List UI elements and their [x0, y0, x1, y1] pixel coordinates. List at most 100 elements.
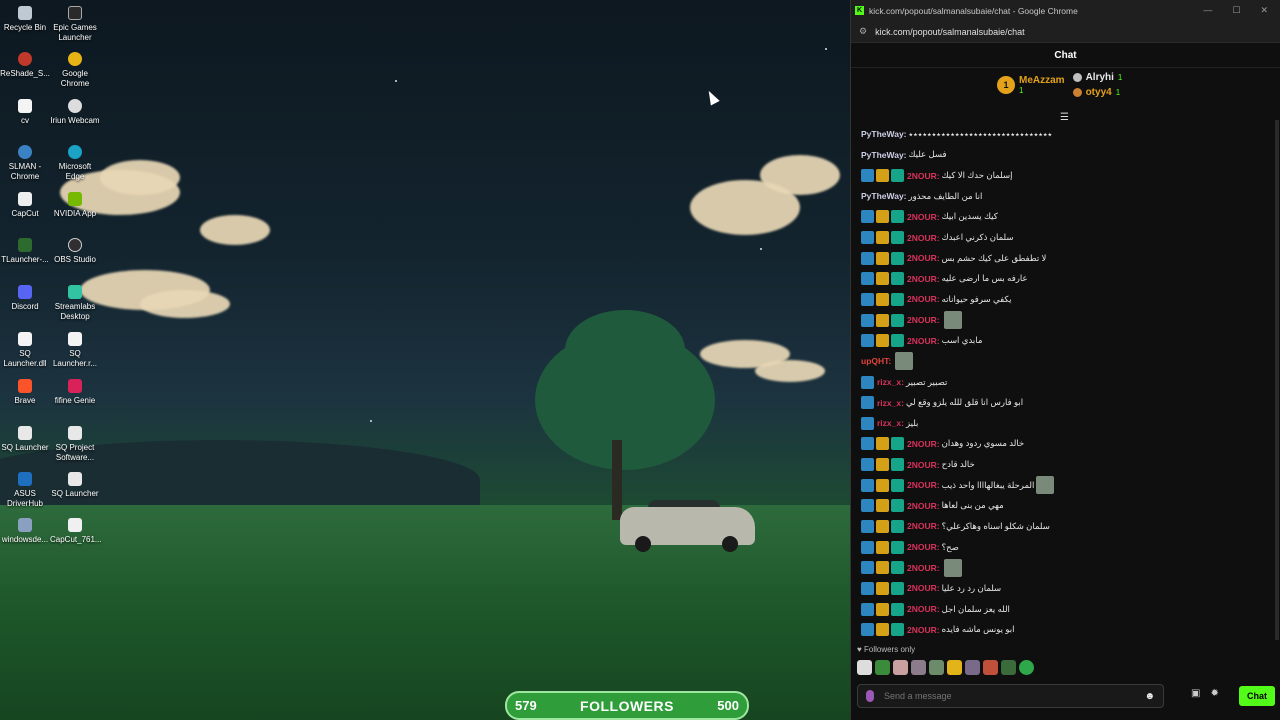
chat-username[interactable]: PyTheWay:	[861, 129, 907, 139]
crown-badge-icon	[876, 272, 889, 286]
chat-message: 2NOUR:	[861, 310, 1271, 331]
emoji-picker-icon[interactable]: ☻	[1144, 691, 1155, 702]
desktop-icon-fifine-genie[interactable]: fifine Genie	[50, 379, 100, 406]
desktop-icon-sq-launcher-2[interactable]: SQ Launcher	[50, 472, 100, 499]
desktop-icon-sq-project-software[interactable]: SQ Project Software...	[50, 426, 100, 463]
chat-username[interactable]: 2NOUR:	[907, 460, 940, 470]
chat-username[interactable]: rizx_x:	[877, 418, 904, 428]
emote-item[interactable]	[911, 660, 926, 675]
desktop-icon-capcut-installer[interactable]: CapCut_761...	[50, 518, 102, 545]
desktop-icon-sq-launcher-1[interactable]: SQ Launcher	[0, 426, 50, 453]
desktop-icon-slman-chrome[interactable]: SLMAN - Chrome	[0, 145, 50, 182]
site-info-icon[interactable]: ⚙	[859, 26, 867, 37]
subscriber-badge-icon	[891, 499, 904, 513]
maximize-button[interactable]: ☐	[1232, 5, 1240, 16]
desktop-icon-microsoft-edge[interactable]: Microsoft Edge	[50, 145, 100, 182]
chat-username[interactable]: PyTheWay:	[861, 150, 907, 160]
desktop-icon-tlauncher[interactable]: TLauncher-...	[0, 238, 50, 265]
desktop-icon-sq-launcher-dll[interactable]: SQ Launcher.dll	[0, 332, 50, 369]
chat-username[interactable]: 2NOUR:	[907, 439, 940, 449]
chat-username[interactable]: 2NOUR:	[907, 171, 940, 181]
crown-badge-icon	[876, 313, 889, 327]
desktop-icon-reshade[interactable]: ReShade_S...	[0, 52, 50, 79]
chat-username[interactable]: 2NOUR:	[907, 315, 940, 325]
leader-second-name: Alryhi	[1085, 72, 1114, 83]
sword-badge-icon	[861, 416, 874, 430]
chat-username[interactable]: 2NOUR:	[907, 625, 940, 635]
emote-item[interactable]	[875, 660, 890, 675]
emote-item[interactable]	[1001, 660, 1016, 675]
leader-first[interactable]: 1 MeAzzam 1	[997, 72, 1065, 98]
sword-badge-icon	[861, 437, 874, 451]
chat-text: خالد قادح	[941, 459, 975, 470]
chat-username[interactable]: 2NOUR:	[907, 233, 940, 243]
subscriber-badge-icon	[891, 437, 904, 451]
pinned-toggle-icon[interactable]: ☰	[1060, 112, 1069, 123]
leader-second[interactable]: Alryhi 1	[1072, 72, 1122, 83]
desktop-icon-recycle-bin[interactable]: Recycle Bin	[0, 6, 50, 33]
desktop-icon-sq-launcher-r[interactable]: SQ Launcher.r...	[50, 332, 100, 369]
window-titlebar[interactable]: K kick.com/popout/salmanalsubaie/chat - …	[851, 0, 1280, 21]
chat-text: سلمان رد رد عليا	[941, 582, 1002, 593]
gift-leaderboard: 1 MeAzzam 1 Alryhi 1 otyy4 1	[997, 72, 1122, 98]
desktop-icon-cv[interactable]: cv	[0, 99, 50, 126]
leader-third[interactable]: otyy4 1	[1072, 87, 1123, 98]
chat-username[interactable]: 2NOUR:	[907, 542, 940, 552]
desktop-icon-asus-driverhub[interactable]: ASUS DriverHub	[0, 472, 50, 509]
send-chat-button[interactable]: Chat	[1239, 686, 1275, 706]
chat-scrollbar[interactable]	[1275, 120, 1279, 640]
chat-text: مابدي اسب	[941, 335, 983, 346]
chat-message-input[interactable]	[884, 691, 1145, 701]
message-input-box[interactable]: ☻	[857, 684, 1164, 708]
desktop-icon-streamlabs[interactable]: Streamlabs Desktop	[50, 285, 100, 322]
chat-message: 2NOUR: مهي من بنى لعاها	[861, 496, 1271, 517]
subscriber-badge-icon	[891, 581, 904, 595]
chat-username[interactable]: 2NOUR:	[907, 521, 940, 531]
chat-username[interactable]: rizx_x:	[877, 377, 904, 387]
emote-item[interactable]	[893, 660, 908, 675]
chat-username[interactable]: 2NOUR:	[907, 274, 940, 284]
settings-gear-icon[interactable]: ✹	[1210, 688, 1218, 699]
chat-username[interactable]: 2NOUR:	[907, 501, 940, 511]
close-button[interactable]: ✕	[1260, 5, 1268, 16]
user-badges	[861, 251, 904, 265]
emote-item[interactable]	[947, 660, 962, 675]
chat-username[interactable]: 2NOUR:	[907, 480, 940, 490]
sword-badge-icon	[861, 231, 874, 245]
desktop-icon-google-chrome[interactable]: Google Chrome	[50, 52, 100, 89]
emote-item[interactable]	[965, 660, 980, 675]
emote-item[interactable]	[857, 660, 872, 675]
chat-username[interactable]: rizx_x:	[877, 398, 904, 408]
desktop-icon-brave[interactable]: Brave	[0, 379, 50, 406]
chat-username[interactable]: 2NOUR:	[907, 253, 940, 263]
microphone-icon[interactable]	[866, 690, 874, 702]
address-bar[interactable]: ⚙ kick.com/popout/salmanalsubaie/chat	[851, 21, 1280, 43]
subscriber-badge-icon	[891, 210, 904, 224]
desktop-icon-iriun-webcam[interactable]: Iriun Webcam	[50, 99, 100, 126]
url-text[interactable]: kick.com/popout/salmanalsubaie/chat	[875, 27, 1025, 37]
emote-item[interactable]	[983, 660, 998, 675]
store-icon[interactable]: ▣	[1191, 688, 1200, 699]
chat-username[interactable]: 2NOUR:	[907, 583, 940, 593]
chat-username[interactable]: upQHT:	[861, 356, 891, 366]
chat-username[interactable]: PyTheWay:	[861, 191, 907, 201]
sword-badge-icon	[861, 210, 874, 224]
followers-goal: 500	[717, 698, 739, 713]
chat-username[interactable]: 2NOUR:	[907, 563, 940, 573]
chat-username[interactable]: 2NOUR:	[907, 294, 940, 304]
minimize-button[interactable]: —	[1203, 5, 1212, 16]
desktop-icon-obs-studio[interactable]: OBS Studio	[50, 238, 100, 265]
chat-text: مهي من بنى لعاها	[941, 500, 1004, 511]
chat-username[interactable]: 2NOUR:	[907, 212, 940, 222]
chat-username[interactable]: 2NOUR:	[907, 336, 940, 346]
emote-item[interactable]	[1019, 660, 1034, 675]
desktop-icon-windowsde[interactable]: windowsde...	[0, 518, 50, 545]
chat-message: 2NOUR: سلمان رد رد عليا	[861, 578, 1271, 599]
desktop-icon-discord[interactable]: Discord	[0, 285, 50, 312]
desktop-icon-nvidia-app[interactable]: NVIDIA App	[50, 192, 100, 219]
chat-username[interactable]: 2NOUR:	[907, 604, 940, 614]
desktop-icon-capcut[interactable]: CapCut	[0, 192, 50, 219]
emote-item[interactable]	[929, 660, 944, 675]
crown-badge-icon	[876, 437, 889, 451]
desktop-icon-epic-games[interactable]: Epic Games Launcher	[50, 6, 100, 43]
